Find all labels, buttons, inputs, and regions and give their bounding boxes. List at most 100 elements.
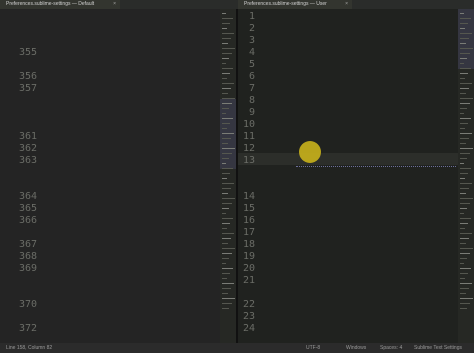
minimap-line (460, 98, 473, 99)
line-number: 16 (242, 215, 255, 226)
minimap-line (222, 113, 226, 114)
minimap-line (460, 273, 468, 274)
minimap-line (222, 63, 226, 64)
minimap-line (222, 223, 230, 224)
status-syntax[interactable]: Sublime Text Settings (JSON) (414, 343, 474, 353)
line-number: 370 (18, 299, 37, 310)
minimap-line (222, 238, 231, 239)
minimap-line (222, 208, 229, 209)
status-line-endings[interactable]: Windows (346, 343, 366, 353)
tab-label: Preferences.sublime-settings — User (244, 1, 327, 7)
line-number: 362 (18, 143, 37, 154)
minimap-line (222, 118, 233, 119)
minimap-line (222, 68, 233, 69)
minimap-line (460, 263, 464, 264)
minimap-line (222, 193, 228, 194)
minimap-line (222, 13, 226, 14)
minimap-line (460, 218, 471, 219)
minimap-line (460, 283, 472, 284)
tab-default-settings[interactable]: Preferences.sublime-settings — Default × (0, 0, 120, 9)
minimap-line (222, 203, 232, 204)
minimap-line (460, 188, 469, 189)
line-number: 11 (242, 131, 255, 142)
line-number: 13 (242, 155, 255, 166)
line-number: 18 (242, 239, 255, 250)
minimap-line (222, 163, 226, 164)
line-number: 356 (18, 71, 37, 82)
editor-pane-user[interactable]: 1 2 3 4 5 6 7 8 9 10 11 12 13 14 15 16 17 18 19 20 21 22 23 24 … (238, 9, 474, 343)
editor-pane-default[interactable]: 355 356 357 361 362 363 364 365 366 367 368 369 370 3… (0, 9, 236, 343)
minimap-line (460, 43, 466, 44)
minimap-line (460, 58, 467, 59)
tab-bar: Preferences.sublime-settings — Default ×… (0, 0, 474, 9)
minimap-line (222, 243, 228, 244)
minimap-line (222, 273, 230, 274)
minimap-line (460, 13, 464, 14)
minimap-line (460, 18, 471, 19)
minimap-line (460, 138, 469, 139)
minimap-line (460, 28, 465, 29)
minimap-line (222, 23, 230, 24)
minimap-line (222, 298, 235, 299)
minimap-line (460, 183, 472, 184)
minimap-line (222, 188, 231, 189)
minimap-line (460, 118, 471, 119)
line-number: 366 (18, 215, 37, 226)
minimap-line (460, 53, 470, 54)
status-encoding[interactable]: UTF-8 (306, 343, 320, 353)
minimap-line (222, 248, 235, 249)
minimap-line (222, 98, 235, 99)
line-number: 10 (242, 119, 255, 130)
line-number: 14 (242, 191, 255, 202)
line-number: 365 (18, 203, 37, 214)
line-number-gutter: 1 2 3 4 5 6 7 8 9 10 11 12 13 14 15 16 17 18 19 20 21 22 23 24 (238, 9, 258, 343)
minimap-line (222, 143, 228, 144)
minimap-line (460, 78, 465, 79)
minimap-line (460, 293, 466, 294)
status-bar: Line 158, Column 82 UTF-8 Windows Spaces… (0, 343, 474, 353)
close-icon[interactable]: × (345, 0, 348, 9)
minimap-line (222, 18, 233, 19)
minimap-line (460, 133, 472, 134)
minimap-line (460, 93, 466, 94)
minimap-line (460, 168, 471, 169)
minimap[interactable] (220, 9, 236, 343)
line-number: 357 (18, 83, 37, 94)
line-number: 8 (248, 95, 255, 106)
tab-user-settings[interactable]: Preferences.sublime-settings — User × (238, 0, 352, 9)
line-number: 355 (18, 47, 37, 58)
minimap-line (222, 253, 232, 254)
minimap-line (222, 58, 229, 59)
minimap-line (222, 258, 229, 259)
close-icon[interactable]: × (113, 0, 116, 9)
status-indentation[interactable]: Spaces: 4 (380, 343, 402, 353)
minimap-line (460, 113, 464, 114)
line-number: 367 (18, 239, 37, 250)
minimap-line (460, 23, 468, 24)
minimap-line (222, 28, 227, 29)
minimap-line (460, 308, 467, 309)
minimap-line (460, 38, 469, 39)
line-number: 22 (242, 299, 255, 310)
minimap-line (222, 133, 234, 134)
minimap-line (222, 228, 227, 229)
minimap-line (222, 288, 231, 289)
minimap-line (222, 278, 227, 279)
minimap-line (222, 233, 234, 234)
current-line-highlight (238, 153, 458, 165)
minimap-line (460, 243, 466, 244)
minimap-line (222, 103, 232, 104)
minimap-line (460, 193, 466, 194)
minimap-line (460, 173, 468, 174)
line-number: 12 (242, 143, 255, 154)
minimap-line (460, 288, 469, 289)
minimap-line (460, 163, 464, 164)
minimap-line (222, 48, 235, 49)
tab-label: Preferences.sublime-settings — Default (6, 1, 95, 7)
minimap[interactable] (458, 9, 474, 343)
line-number: 19 (242, 251, 255, 262)
minimap-line (222, 108, 229, 109)
line-number: 3 (248, 35, 255, 46)
minimap-line (222, 138, 231, 139)
minimap-line (222, 123, 230, 124)
